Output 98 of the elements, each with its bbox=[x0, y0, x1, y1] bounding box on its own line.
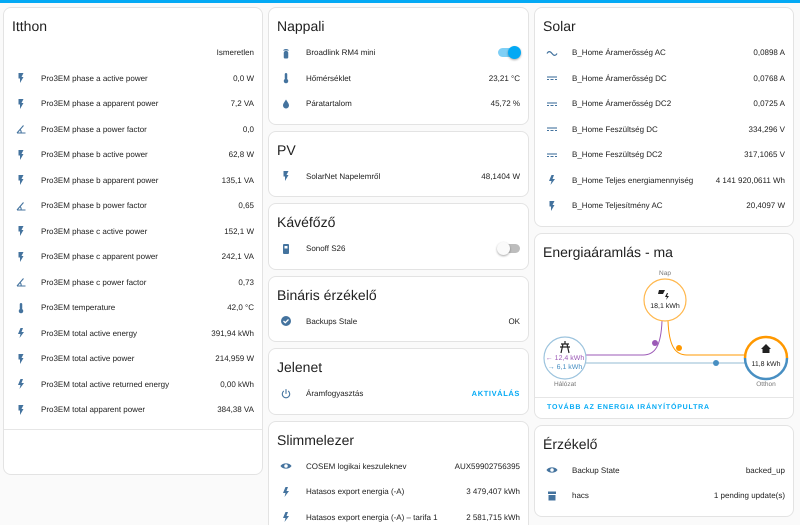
card-title: Jelenet bbox=[276, 358, 324, 377]
lightning-icon bbox=[546, 174, 558, 186]
lightning-icon bbox=[15, 378, 27, 390]
entity-value: 334,296 V bbox=[748, 124, 785, 134]
entity-value: 0,00 kWh bbox=[220, 380, 254, 389]
entity-name: Pro3EM phase a active power bbox=[41, 74, 148, 83]
entity-value: 3 479,407 kWh bbox=[466, 487, 520, 496]
home-icon bbox=[761, 344, 771, 352]
entity-name: Pro3EM temperature bbox=[41, 303, 116, 312]
entity-value: 48,1404 W bbox=[481, 172, 520, 181]
card-title: Solar bbox=[542, 17, 577, 36]
entity-name: Sonoff S26 bbox=[306, 244, 346, 254]
entity-value: 42,0 °C bbox=[227, 303, 254, 312]
entity-value: 242,1 VA bbox=[222, 252, 254, 262]
entity-value: 23,21 °C bbox=[488, 74, 520, 83]
entity-name: Pro3EM phase b apparent power bbox=[41, 176, 158, 185]
card-title: Érzékelő bbox=[542, 434, 598, 454]
entity-name: Pro3EM total active power bbox=[41, 354, 134, 364]
entity-name: B_Home Feszültség DC2 bbox=[572, 150, 662, 160]
entity-name: Pro3EM total active returned energy bbox=[41, 380, 170, 389]
entity-name: Hatasos export energia (-A) – tarifa 1 bbox=[306, 512, 438, 522]
entity-name: B_Home Áramerősség DC2 bbox=[572, 99, 672, 108]
entity-value: 0,73 bbox=[238, 278, 254, 287]
lightning-icon bbox=[280, 486, 292, 498]
solar-panel-icon bbox=[658, 290, 669, 300]
entity-name: Pro3EM phase b power factor bbox=[41, 201, 147, 210]
entity-name: Pro3EM total apparent power bbox=[41, 405, 146, 414]
toggle-switch[interactable] bbox=[498, 244, 520, 254]
entity-name: Pro3EM phase a power factor bbox=[41, 124, 147, 134]
home-node[interactable] bbox=[744, 335, 788, 380]
entity-name: Pro3EM phase c apparent power bbox=[41, 252, 158, 262]
entity-name: Pro3EM phase c active power bbox=[41, 226, 148, 236]
drop-icon bbox=[280, 98, 292, 110]
entity-value: 384,38 VA bbox=[217, 405, 254, 414]
card-title: Nappali bbox=[276, 17, 326, 36]
entity-name: SolarNet Napelemről bbox=[306, 172, 380, 181]
entity-name: B_Home Teljes energiamennyiség bbox=[572, 176, 694, 185]
entity-value: 2 581,715 kWh bbox=[466, 512, 520, 522]
entity-value: 1 pending update(s) bbox=[714, 491, 785, 500]
lightning-icon bbox=[15, 327, 27, 340]
flow-dot bbox=[652, 340, 658, 346]
entity-name: Backups Stale bbox=[306, 316, 358, 326]
entity-name: Pro3EM phase c power factor bbox=[41, 278, 146, 287]
entity-name: Hőmérséklet bbox=[306, 74, 351, 83]
entity-value: backed_up bbox=[746, 466, 785, 475]
entity-value: 4 141 920,0611 Wh bbox=[716, 176, 785, 185]
angle-icon bbox=[15, 123, 27, 136]
entity-name: Broadlink RM4 mini bbox=[306, 48, 376, 58]
lightning-icon bbox=[280, 511, 292, 524]
entity-name: B_Home Áramerősség DC bbox=[572, 74, 667, 83]
angle-icon bbox=[15, 200, 27, 212]
entity-name: Backup State bbox=[572, 466, 620, 475]
entity-value: 0,0 W bbox=[233, 74, 254, 83]
flow-dot bbox=[713, 360, 719, 366]
entity-name: COSEM logikai keszuleknev bbox=[306, 462, 406, 471]
entity-value: 135,1 VA bbox=[222, 176, 254, 185]
card-title: Slimmelezer bbox=[276, 430, 356, 450]
card-title: Itthon bbox=[11, 17, 48, 36]
entity-name: Áramfogyasztás bbox=[306, 389, 364, 398]
entity-value: Ismeretlen bbox=[216, 48, 254, 58]
entity-name: hacs bbox=[572, 491, 589, 500]
entity-value: 0,65 bbox=[238, 201, 254, 210]
transmission-tower-icon bbox=[559, 340, 571, 354]
card-title: Bináris érzékelő bbox=[276, 286, 378, 304]
store-icon bbox=[546, 490, 558, 502]
entity-value: 20,4097 W bbox=[746, 201, 785, 210]
check-circle-icon bbox=[280, 315, 292, 328]
card-title: Kávéfőző bbox=[276, 213, 336, 232]
card-title: PV bbox=[276, 140, 297, 160]
entity-value: 317,1065 V bbox=[744, 150, 785, 160]
entity-name: Hatasos export energia (-A) bbox=[306, 487, 404, 496]
entity-value: 391,94 kWh bbox=[211, 328, 254, 338]
entity-name: Pro3EM phase a apparent power bbox=[41, 99, 158, 108]
angle-icon bbox=[15, 276, 27, 288]
entity-name: Pro3EM total active energy bbox=[41, 328, 138, 338]
entity-value: 7,2 VA bbox=[230, 99, 254, 108]
outlet-icon bbox=[280, 242, 292, 255]
entity-value: 214,959 W bbox=[215, 354, 254, 364]
solar-node[interactable] bbox=[643, 278, 687, 322]
entity-name: B_Home Áramerősség AC bbox=[572, 48, 666, 58]
flow-dot bbox=[676, 344, 682, 350]
entity-value: 0,0 bbox=[242, 124, 254, 134]
entity-name: Páratartalom bbox=[306, 99, 352, 108]
entity-value: 45,72 % bbox=[490, 99, 520, 108]
grid-node[interactable] bbox=[543, 336, 587, 380]
entity-name: Pro3EM phase b active power bbox=[41, 150, 148, 160]
card-title: Energiaáramlás - ma bbox=[542, 242, 674, 262]
entity-name: B_Home Feszültség DC bbox=[572, 124, 658, 134]
toggle-switch[interactable] bbox=[498, 48, 520, 58]
entity-name: B_Home Teljesítmény AC bbox=[572, 201, 663, 210]
entity-value: 0,0768 A bbox=[753, 74, 785, 83]
entity-value: 0,0725 A bbox=[753, 99, 785, 108]
power-icon bbox=[280, 388, 292, 400]
entity-value: 62,8 W bbox=[228, 150, 254, 160]
entity-value: AUX59902756395 bbox=[454, 462, 520, 471]
entity-value: 152,1 W bbox=[224, 226, 254, 236]
entity-value: 0,0898 A bbox=[753, 48, 785, 58]
entity-value: OK bbox=[508, 316, 520, 326]
